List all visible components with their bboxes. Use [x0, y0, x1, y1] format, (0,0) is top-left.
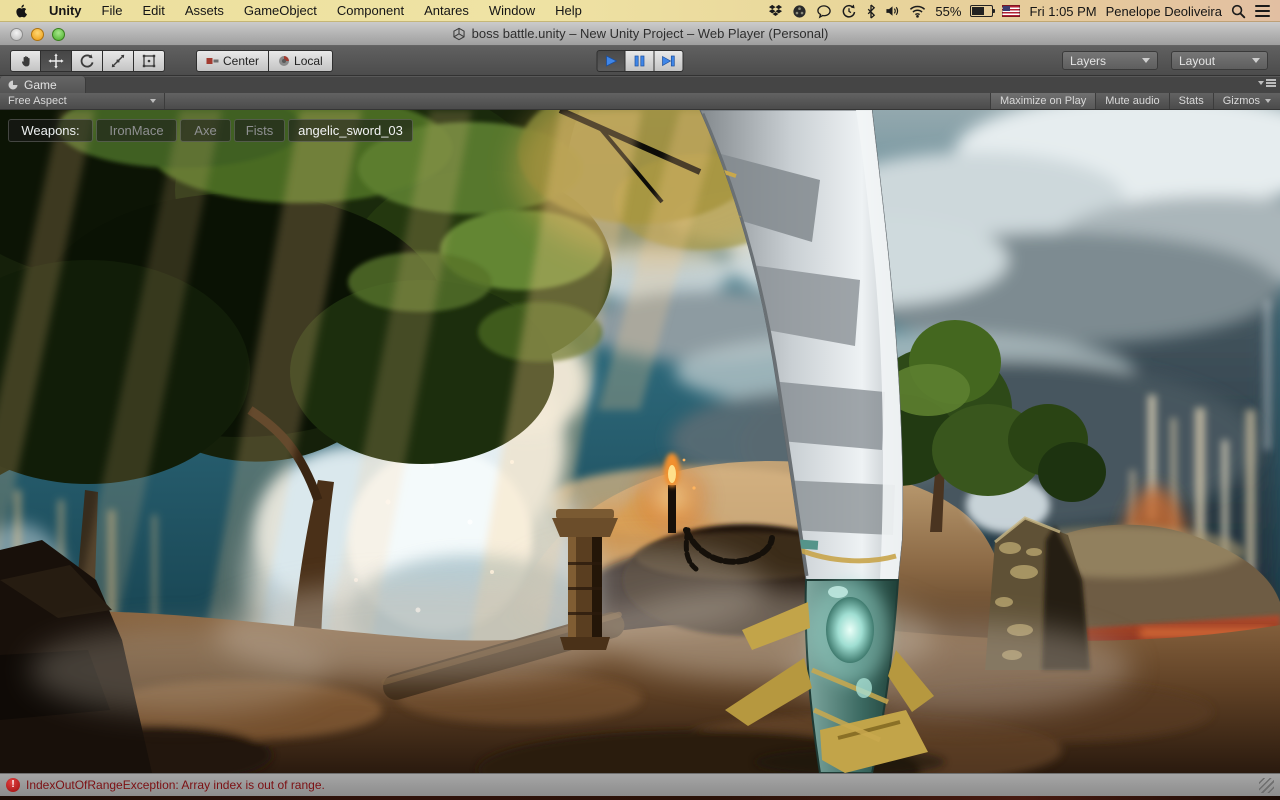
apple-menu-icon[interactable]: [0, 0, 39, 22]
space-local-button[interactable]: Local: [269, 50, 333, 72]
desktop-edge-strip: [0, 796, 1280, 800]
messages-icon[interactable]: [816, 4, 832, 19]
wifi-icon[interactable]: [909, 5, 926, 18]
window-minimize-button[interactable]: [31, 28, 44, 41]
app-sphere-icon[interactable]: [792, 4, 807, 19]
game-scene: [0, 110, 1280, 773]
weapon-button-fists[interactable]: Fists: [234, 119, 285, 142]
local-space-icon: [278, 55, 290, 67]
game-viewport[interactable]: Weapons: IronMace Axe Fists angelic_swor…: [0, 110, 1280, 773]
tab-options-menu-icon[interactable]: [1258, 79, 1276, 87]
unity-logo-icon: [452, 27, 466, 41]
weapons-hud: Weapons: IronMace Axe Fists angelic_swor…: [8, 119, 413, 142]
center-pivot-icon: [206, 56, 219, 66]
notification-center-icon[interactable]: [1255, 5, 1270, 17]
menu-items: Unity File Edit Assets GameObject Compon…: [0, 0, 592, 22]
transform-tools: [10, 50, 165, 72]
game-view-control-bar: Free Aspect Maximize on Play Mute audio …: [0, 93, 1280, 110]
chevron-down-icon: [1252, 58, 1260, 63]
weapon-button-ironmace[interactable]: IronMace: [96, 119, 177, 142]
menu-unity[interactable]: Unity: [39, 0, 92, 22]
playmode-controls: [597, 50, 684, 72]
game-view-buttons: Maximize on Play Mute audio Stats Gizmos: [990, 93, 1280, 109]
menu-window[interactable]: Window: [479, 0, 545, 22]
weapon-button-angelic-sword[interactable]: angelic_sword_03: [288, 119, 413, 142]
window-zoom-button[interactable]: [52, 28, 65, 41]
error-icon: !: [6, 778, 20, 792]
menu-bar-status-area: 55% Fri 1:05 PM Penelope Deoliveira: [768, 0, 1280, 22]
volume-icon[interactable]: [885, 4, 900, 18]
chevron-down-icon: [1265, 99, 1271, 103]
user-menu[interactable]: Penelope Deoliveira: [1106, 4, 1222, 19]
input-language-flag-icon[interactable]: [1002, 5, 1020, 17]
menu-gameobject[interactable]: GameObject: [234, 0, 327, 22]
menu-assets[interactable]: Assets: [175, 0, 234, 22]
menu-component[interactable]: Component: [327, 0, 414, 22]
pivot-center-button[interactable]: Center: [196, 50, 269, 72]
rect-tool-button[interactable]: [134, 50, 165, 72]
menu-bar-clock[interactable]: Fri 1:05 PM: [1029, 4, 1096, 19]
battery-icon: [970, 5, 993, 17]
game-view-tab-bar: Game: [0, 76, 1280, 93]
error-message[interactable]: IndexOutOfRangeException: Array index is…: [26, 778, 325, 792]
aspect-ratio-dropdown[interactable]: Free Aspect: [0, 93, 165, 109]
pan-tool-button[interactable]: [10, 50, 41, 72]
move-tool-button[interactable]: [41, 50, 72, 72]
chevron-down-icon: [150, 99, 156, 103]
rotate-tool-button[interactable]: [72, 50, 103, 72]
time-machine-icon[interactable]: [841, 3, 857, 19]
play-button[interactable]: [597, 50, 626, 72]
menu-help[interactable]: Help: [545, 0, 592, 22]
menu-antares[interactable]: Antares: [414, 0, 479, 22]
mute-audio-button[interactable]: Mute audio: [1095, 93, 1168, 109]
window-controls: [10, 28, 65, 41]
weapon-button-axe[interactable]: Axe: [180, 119, 231, 142]
game-view-icon: [7, 79, 19, 91]
step-button[interactable]: [655, 50, 684, 72]
dropbox-icon[interactable]: [768, 4, 783, 18]
maximize-on-play-button[interactable]: Maximize on Play: [990, 93, 1095, 109]
menu-file[interactable]: File: [92, 0, 133, 22]
stats-button[interactable]: Stats: [1169, 93, 1213, 109]
unity-toolbar: Center Local Layers Layout: [0, 46, 1280, 76]
pivot-space-toggle: Center Local: [196, 50, 333, 72]
console-status-bar[interactable]: ! IndexOutOfRangeException: Array index …: [0, 773, 1280, 796]
sword-gem: [826, 597, 874, 663]
tab-game[interactable]: Game: [0, 76, 86, 93]
gizmos-dropdown[interactable]: Gizmos: [1213, 93, 1280, 109]
window-close-button[interactable]: [10, 28, 23, 41]
layout-dropdown[interactable]: Layout: [1171, 51, 1268, 70]
weapons-hud-label: Weapons:: [8, 119, 93, 142]
chevron-down-icon: [1142, 58, 1150, 63]
battery-percent-label: 55%: [935, 4, 961, 19]
menu-edit[interactable]: Edit: [132, 0, 174, 22]
window-title: boss battle.unity – New Unity Project – …: [0, 22, 1280, 45]
pause-button[interactable]: [626, 50, 655, 72]
desktop-screen: Unity File Edit Assets GameObject Compon…: [0, 0, 1280, 800]
macos-menu-bar: Unity File Edit Assets GameObject Compon…: [0, 0, 1280, 22]
spotlight-search-icon[interactable]: [1231, 4, 1246, 19]
resize-grip[interactable]: [1259, 778, 1274, 793]
scale-tool-button[interactable]: [103, 50, 134, 72]
unity-title-bar: boss battle.unity – New Unity Project – …: [0, 22, 1280, 46]
layers-dropdown[interactable]: Layers: [1062, 51, 1158, 70]
bluetooth-icon[interactable]: [866, 4, 876, 19]
